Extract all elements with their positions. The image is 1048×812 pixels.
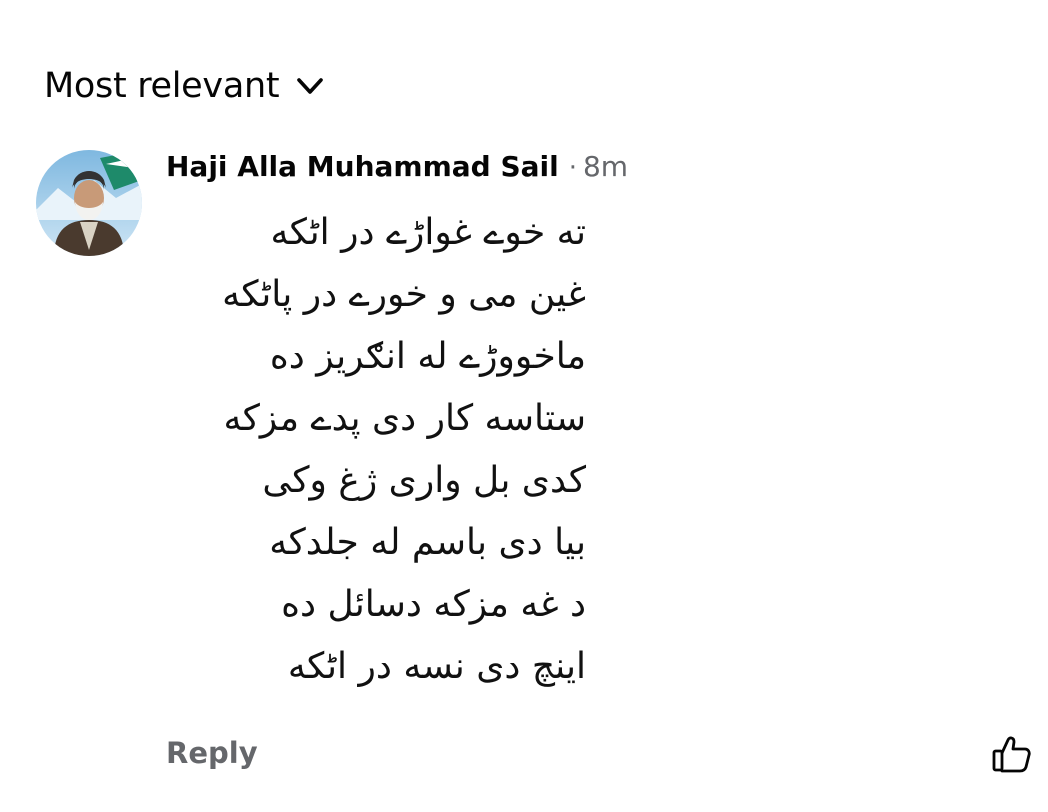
separator-dot: · <box>568 153 577 183</box>
like-button[interactable] <box>988 732 1036 780</box>
chevron-down-icon <box>293 69 327 103</box>
comment-text: ته خوے غواڑے در اٹکه غین می و خورے در پا… <box>166 202 586 698</box>
sort-dropdown[interactable]: Most relevant <box>44 60 327 112</box>
comment-line: کدی بل واری ژغ وکی <box>262 460 586 501</box>
comment-line: غین می و خورے در پاٹکه <box>222 274 586 315</box>
comment-line: بیا دی باسم له جلدکه <box>269 522 586 563</box>
comment-line: ته خوے غواڑے در اٹکه <box>270 212 586 253</box>
comment-line: ماخووڑے له انګریز ده <box>269 336 586 377</box>
sort-label: Most relevant <box>44 66 280 106</box>
thumbs-up-icon <box>990 732 1034 780</box>
avatar[interactable] <box>36 150 142 256</box>
comment-header: Haji Alla Muhammad Sail · 8m <box>166 150 628 190</box>
comment-line: ستاسه کار دی پدے مزکه <box>223 398 586 439</box>
comment-line: د غه مزکه دسائل ده <box>281 584 586 625</box>
comment-line: اینچ دی نسه در اٹکه <box>287 646 586 687</box>
reply-button[interactable]: Reply <box>166 736 258 770</box>
timestamp[interactable]: 8m <box>583 150 628 183</box>
author-name[interactable]: Haji Alla Muhammad Sail <box>166 150 559 183</box>
